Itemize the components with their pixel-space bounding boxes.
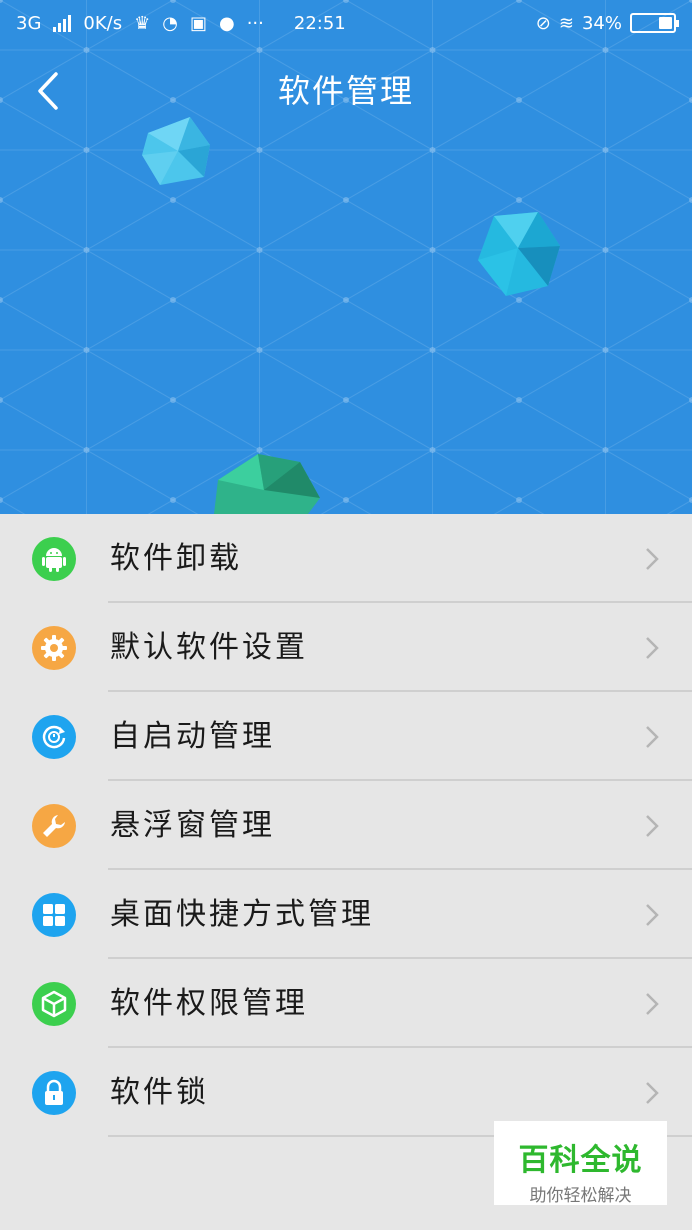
menu-item-label: 桌面快捷方式管理 (110, 897, 374, 932)
battery-percent: 34% (581, 12, 622, 34)
more-icon: ··· (246, 12, 264, 34)
watermark-logo: 百科全说 助你轻松解决 (494, 1121, 667, 1206)
gem-decoration-icon (142, 117, 210, 185)
network-speed: 0K/s (83, 12, 123, 34)
app-s-icon: ▣ (189, 12, 207, 34)
chevron-right-icon (646, 904, 659, 926)
gem-decoration-icon (478, 212, 560, 296)
menu-item-autostart[interactable]: 自启动管理 (0, 692, 692, 781)
crown-icon: ♛ (134, 12, 151, 34)
chevron-right-icon (646, 815, 659, 837)
menu-item-label: 软件权限管理 (110, 986, 308, 1021)
header-banner: 3G 0K/s ♛ ◔ ▣ ● ··· 22:51 ⊘ ≋ 34% 软件管理 (0, 0, 692, 514)
watermark-brand: 百科全说 (518, 1143, 643, 1178)
menu-item-label: 悬浮窗管理 (110, 808, 275, 843)
wifi-icon: ≋ (558, 12, 574, 34)
watermark-tagline: 助你轻松解决 (529, 1186, 632, 1206)
menu-list: 软件卸载 默认软件设置 自启动管理 悬浮窗管理 桌面快捷方式管理 软件权限管理 … (0, 514, 692, 1137)
chevron-right-icon (646, 993, 659, 1015)
menu-item-label: 软件锁 (110, 1075, 209, 1110)
power-cycle-icon (32, 715, 76, 759)
wrench-icon (32, 804, 76, 848)
menu-item-permissions[interactable]: 软件权限管理 (0, 959, 692, 1048)
clock: 22:51 (293, 12, 346, 34)
chevron-right-icon (646, 637, 659, 659)
chevron-right-icon (646, 548, 659, 570)
mute-icon: ⊘ (535, 12, 551, 34)
grid-icon (32, 893, 76, 937)
chevron-right-icon (646, 1082, 659, 1104)
menu-item-floating-window[interactable]: 悬浮窗管理 (0, 781, 692, 870)
chevron-right-icon (646, 726, 659, 748)
gear-icon (32, 626, 76, 670)
menu-item-default-apps[interactable]: 默认软件设置 (0, 603, 692, 692)
cube-icon (32, 982, 76, 1026)
network-type: 3G (16, 12, 42, 34)
menu-item-label: 默认软件设置 (110, 630, 308, 665)
menu-item-shortcuts[interactable]: 桌面快捷方式管理 (0, 870, 692, 959)
signal-icon (53, 14, 72, 32)
android-icon (32, 537, 76, 581)
weibo-icon: ◔ (162, 12, 178, 34)
battery-icon (630, 13, 679, 33)
menu-item-uninstall[interactable]: 软件卸载 (0, 514, 692, 603)
status-bar: 3G 0K/s ♛ ◔ ▣ ● ··· 22:51 ⊘ ≋ 34% (0, 0, 692, 46)
lock-icon (32, 1071, 76, 1115)
menu-item-label: 自启动管理 (110, 719, 275, 754)
page-title: 软件管理 (277, 72, 414, 110)
menu-item-label: 软件卸载 (110, 541, 242, 576)
gem-decoration-icon (214, 454, 320, 514)
wechat-icon: ● (218, 12, 235, 34)
